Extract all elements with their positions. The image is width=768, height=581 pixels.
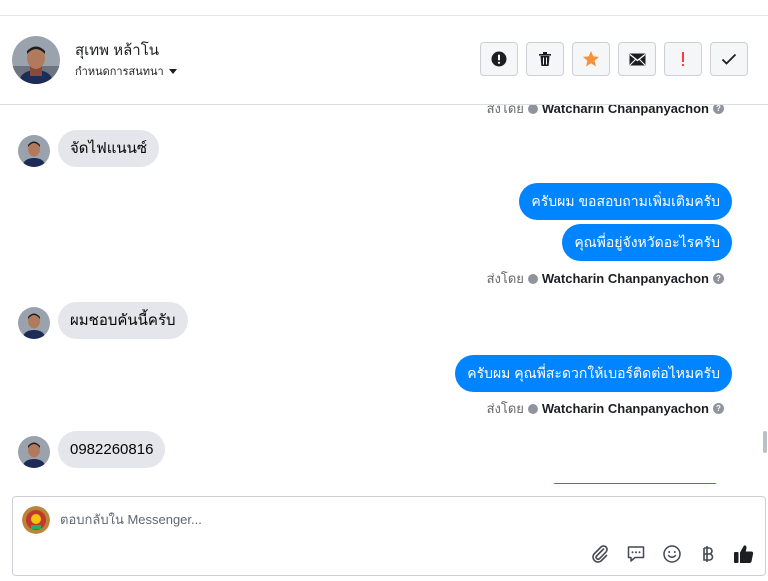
mark-spam-button[interactable]	[480, 42, 518, 76]
incoming-message[interactable]: ผมชอบคันนี้ครับ	[58, 302, 188, 339]
contact-avatar-small[interactable]	[18, 135, 50, 167]
mark-unread-button[interactable]	[618, 42, 656, 76]
sender-name[interactable]: Watcharin Chanpanyachon	[542, 271, 709, 286]
conversation-settings-label: กำหนดการสนทนา	[75, 66, 164, 78]
contact-avatar-small[interactable]	[18, 307, 50, 339]
sent-by-prefix: ส่งโดย	[486, 271, 524, 286]
emoji-icon	[663, 545, 681, 563]
conversation-header: สุเทพ หล้าโน กำหนดการสนทนา	[0, 16, 768, 105]
outgoing-message[interactable]: ครับผม คุณพี่สะดวกให้เบอร์ติดต่อไหมครับ	[455, 355, 732, 392]
thread-scrollbar[interactable]	[762, 105, 768, 484]
check-circle-icon	[527, 273, 538, 284]
help-icon[interactable]: ?	[713, 273, 724, 284]
check-circle-icon	[527, 403, 538, 414]
conversation-settings-dropdown[interactable]: กำหนดการสนทนา	[75, 62, 178, 80]
emoji-button[interactable]	[661, 543, 683, 565]
sent-by-prefix: ส่งโดย	[486, 401, 524, 416]
exclamation-circle-icon	[491, 51, 507, 67]
sent-by-label: ส่งโดย Watcharin Chanpanyachon ?	[487, 105, 724, 119]
saved-replies-button[interactable]	[625, 543, 647, 565]
page-avatar	[22, 506, 50, 534]
sent-by-label: ส่งโดย Watcharin Chanpanyachon ?	[487, 398, 724, 419]
star-button[interactable]	[572, 42, 610, 76]
outgoing-message[interactable]: คุณพี่อยู่จังหวัดอะไรครับ	[562, 224, 732, 261]
sender-name[interactable]: Watcharin Chanpanyachon	[542, 401, 709, 416]
exclamation-icon	[682, 52, 684, 66]
check-icon	[721, 53, 737, 65]
composer-actions	[589, 543, 755, 565]
incoming-message[interactable]: 0982260816	[58, 431, 166, 468]
trash-icon	[539, 52, 551, 66]
help-icon[interactable]: ?	[713, 403, 724, 414]
sender-name[interactable]: Watcharin Chanpanyachon	[542, 105, 709, 116]
message-thread[interactable]: ส่งโดย Watcharin Chanpanyachon ? จัดไฟแน…	[0, 105, 760, 484]
sent-by-label: ส่งโดย Watcharin Chanpanyachon ?	[487, 268, 724, 289]
envelope-icon	[629, 53, 645, 65]
important-button[interactable]	[664, 42, 702, 76]
contact-avatar[interactable]	[12, 36, 60, 84]
check-circle-icon	[527, 105, 538, 114]
baht-icon	[703, 546, 714, 562]
sent-by-prefix: ส่งโดย	[486, 105, 524, 116]
help-icon[interactable]: ?	[713, 105, 724, 114]
scrollbar-thumb[interactable]	[763, 431, 767, 453]
incoming-message[interactable]: จัดไฟแนนซ์	[58, 130, 160, 167]
star-icon	[583, 51, 599, 67]
outgoing-message-partial[interactable]	[551, 483, 719, 484]
outgoing-message[interactable]: ครับผม ขอสอบถามเพิ่มเติมครับ	[519, 183, 732, 220]
thumbs-up-icon	[734, 545, 754, 563]
caret-down-icon	[168, 69, 177, 74]
attach-button[interactable]	[589, 543, 611, 565]
delete-button[interactable]	[526, 42, 564, 76]
contact-avatar-small[interactable]	[18, 436, 50, 468]
reply-composer	[12, 496, 766, 576]
paperclip-icon	[592, 545, 608, 563]
conversation-toolbar	[480, 42, 748, 76]
done-button[interactable]	[710, 42, 748, 76]
saved-reply-icon	[627, 546, 645, 562]
contact-name[interactable]: สุเทพ หล้าโน	[75, 38, 159, 62]
payment-button[interactable]	[697, 543, 719, 565]
send-like-button[interactable]	[733, 543, 755, 565]
reply-input[interactable]	[60, 512, 580, 527]
